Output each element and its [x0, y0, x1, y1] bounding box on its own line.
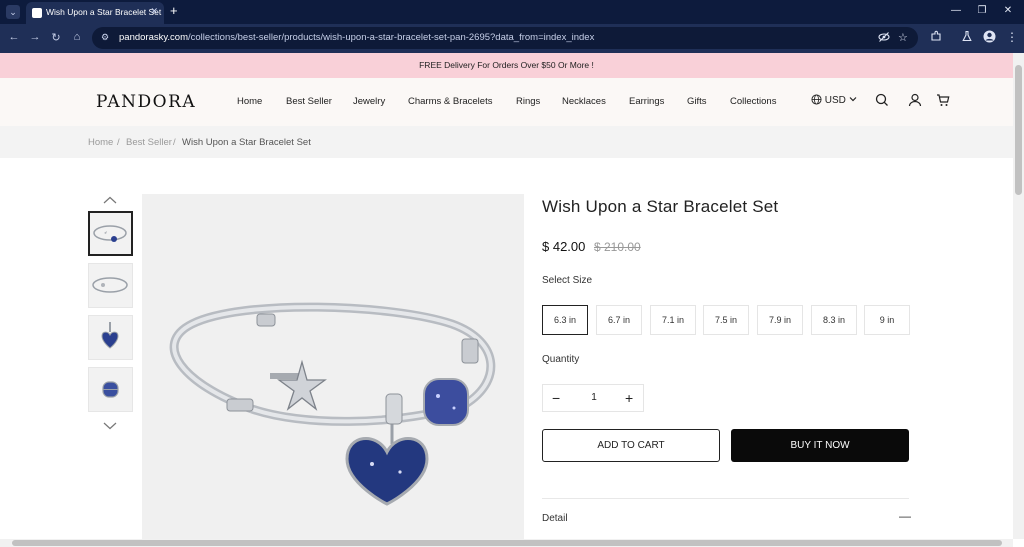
restore-icon[interactable]: ❐: [972, 5, 992, 16]
profile-avatar-icon[interactable]: [983, 30, 996, 46]
window-close-icon[interactable]: ✕: [998, 5, 1018, 16]
tab-close-icon[interactable]: ✕: [150, 6, 158, 17]
site-header: PANDORA Home Best Seller Jewelry Charms …: [0, 78, 1013, 126]
nav-gifts[interactable]: Gifts: [687, 96, 707, 107]
vertical-scroll-thumb[interactable]: [1015, 65, 1022, 195]
product-main-image[interactable]: [142, 194, 524, 539]
size-option-7-5[interactable]: 7.5 in: [703, 305, 749, 335]
thumbnail-1[interactable]: [88, 211, 133, 256]
product-old-price: $ 210.00: [594, 240, 641, 254]
product-price: $ 42.00: [542, 239, 586, 254]
tab-search-icon[interactable]: ⌄: [6, 5, 20, 19]
collapse-icon[interactable]: —: [899, 509, 911, 523]
browser-tab-bar: ⌄ Wish Upon a Star Bracelet Set ✕ + — ❐ …: [0, 0, 1024, 24]
bracelet-image: [169, 302, 496, 506]
home-icon[interactable]: ⌂: [69, 31, 85, 43]
nav-charms-bracelets[interactable]: Charms & Bracelets: [408, 96, 492, 107]
cart-icon[interactable]: [936, 93, 950, 107]
favicon-icon: [32, 8, 42, 18]
thumbnail-3[interactable]: [88, 315, 133, 360]
add-to-cart-button[interactable]: ADD TO CART: [542, 429, 720, 462]
web-page: FREE Delivery For Orders Over $50 Or Mor…: [0, 53, 1013, 539]
horizontal-scroll-thumb[interactable]: [12, 540, 1002, 546]
reload-icon[interactable]: ↻: [48, 31, 64, 44]
labs-flask-icon[interactable]: [961, 30, 973, 45]
size-option-6-3[interactable]: 6.3 in: [542, 305, 588, 335]
breadcrumb-separator: /: [117, 137, 120, 148]
nav-jewelry[interactable]: Jewelry: [353, 96, 385, 107]
search-icon[interactable]: [875, 93, 889, 107]
quantity-label: Quantity: [542, 354, 580, 365]
breadcrumb-best-seller[interactable]: Best Seller: [126, 137, 172, 148]
minimize-icon[interactable]: —: [946, 5, 966, 16]
product-title: Wish Upon a Star Bracelet Set: [542, 197, 779, 216]
quantity-value[interactable]: 1: [588, 392, 600, 403]
breadcrumb-current: Wish Upon a Star Bracelet Set: [182, 137, 311, 148]
eye-off-icon[interactable]: [878, 31, 890, 46]
vertical-scrollbar[interactable]: [1013, 53, 1024, 539]
thumbnail-2[interactable]: [88, 263, 133, 308]
nav-home[interactable]: Home: [237, 96, 262, 107]
nav-necklaces[interactable]: Necklaces: [562, 96, 606, 107]
nav-best-seller[interactable]: Best Seller: [286, 96, 332, 107]
nav-earrings[interactable]: Earrings: [629, 96, 664, 107]
account-icon[interactable]: [908, 93, 922, 107]
gallery-down-chevron-icon[interactable]: [103, 417, 117, 433]
breadcrumb-separator: /: [173, 137, 176, 148]
forward-icon[interactable]: →: [27, 31, 43, 43]
quantity-plus-button[interactable]: +: [625, 390, 633, 406]
address-bar[interactable]: ⚙ pandorasky.com/collections/best-seller…: [92, 27, 918, 49]
url-text[interactable]: pandorasky.com/collections/best-seller/p…: [119, 32, 594, 43]
size-label: Select Size: [542, 275, 593, 286]
size-option-7-9[interactable]: 7.9 in: [757, 305, 803, 335]
site-info-icon[interactable]: ⚙: [101, 32, 113, 44]
extensions-icon[interactable]: [930, 30, 942, 45]
bookmark-star-icon[interactable]: ☆: [898, 31, 908, 44]
globe-icon: [811, 94, 822, 105]
announcement-bar: FREE Delivery For Orders Over $50 Or Mor…: [0, 53, 1013, 78]
browser-tab[interactable]: Wish Upon a Star Bracelet Set ✕: [26, 2, 164, 24]
nav-collections[interactable]: Collections: [730, 96, 776, 107]
buy-it-now-button[interactable]: BUY IT NOW: [731, 429, 909, 462]
size-option-9[interactable]: 9 in: [864, 305, 910, 335]
chevron-down-icon: [849, 97, 857, 102]
breadcrumb: Home / Best Seller / Wish Upon a Star Br…: [0, 126, 1013, 158]
nav-rings[interactable]: Rings: [516, 96, 540, 107]
currency-label: USD: [824, 95, 846, 106]
size-option-8-3[interactable]: 8.3 in: [811, 305, 857, 335]
brand-logo[interactable]: PANDORA: [96, 92, 196, 112]
detail-accordion-label[interactable]: Detail: [542, 513, 568, 524]
size-option-7-1[interactable]: 7.1 in: [650, 305, 696, 335]
currency-selector[interactable]: USD: [811, 94, 857, 106]
tab-title: Wish Upon a Star Bracelet Set: [46, 7, 162, 17]
browser-toolbar: ← → ↻ ⌂ ⚙ pandorasky.com/collections/bes…: [0, 24, 1024, 53]
quantity-stepper: − 1 +: [542, 384, 644, 412]
divider: [542, 498, 909, 499]
chrome-menu-icon[interactable]: ⋮: [1006, 30, 1018, 44]
back-icon[interactable]: ←: [6, 31, 22, 43]
horizontal-scrollbar[interactable]: [0, 539, 1013, 547]
gallery-up-chevron-icon[interactable]: [103, 191, 117, 207]
size-option-6-7[interactable]: 6.7 in: [596, 305, 642, 335]
new-tab-icon[interactable]: +: [170, 3, 178, 18]
breadcrumb-home[interactable]: Home: [88, 137, 113, 148]
quantity-minus-button[interactable]: −: [552, 390, 560, 406]
thumbnail-4[interactable]: [88, 367, 133, 412]
